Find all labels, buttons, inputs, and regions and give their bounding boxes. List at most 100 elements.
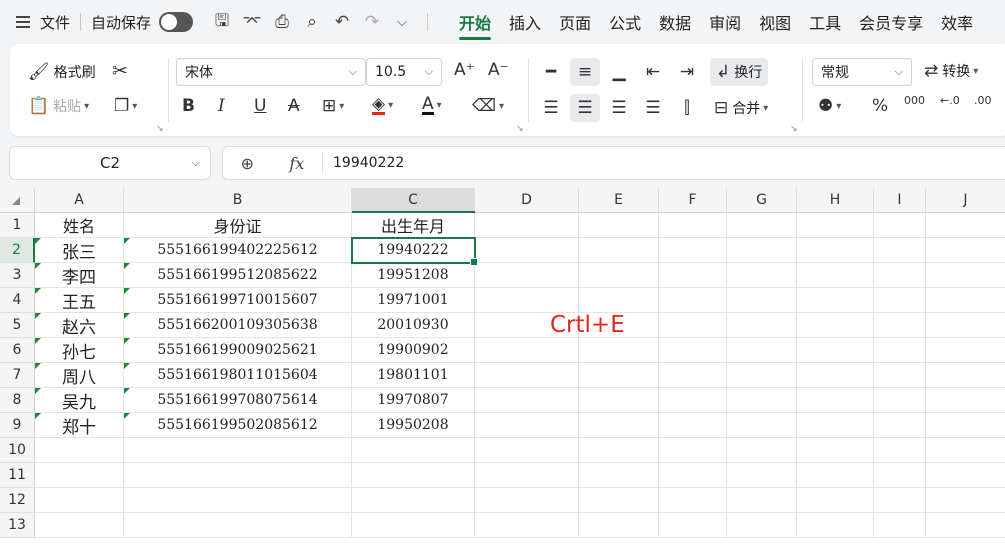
cell-e2[interactable] xyxy=(579,238,659,263)
cell-c2[interactable]: 19940222 xyxy=(352,238,475,263)
decrease-indent-button[interactable]: ⇤ xyxy=(640,58,666,86)
cell-e11[interactable] xyxy=(579,463,659,488)
align-top-button[interactable]: ━ xyxy=(538,58,564,86)
cell-c3[interactable]: 19951208 xyxy=(352,263,475,288)
column-header-b[interactable]: B xyxy=(124,188,352,213)
tab-insert[interactable]: 插入 xyxy=(509,2,541,42)
cell-a10[interactable] xyxy=(35,438,124,463)
cell-f1[interactable] xyxy=(659,213,727,238)
cell-g2[interactable] xyxy=(727,238,797,263)
cell-f9[interactable] xyxy=(659,413,727,438)
print-preview-icon[interactable]: ⌕ xyxy=(297,12,327,32)
row-header-5[interactable]: 5 xyxy=(0,313,35,338)
cell-j2[interactable] xyxy=(926,238,1005,263)
cell-c10[interactable] xyxy=(352,438,475,463)
cell-d6[interactable] xyxy=(475,338,579,363)
cell-e7[interactable] xyxy=(579,363,659,388)
cell-d13[interactable] xyxy=(475,513,579,538)
cell-a13[interactable] xyxy=(35,513,124,538)
cell-h12[interactable] xyxy=(797,488,874,513)
cell-c12[interactable] xyxy=(352,488,475,513)
cell-f8[interactable] xyxy=(659,388,727,413)
paste-button[interactable]: 📋 粘贴 ▾ xyxy=(28,96,89,116)
cell-f10[interactable] xyxy=(659,438,727,463)
cell-i5[interactable] xyxy=(874,313,926,338)
column-header-e[interactable]: E xyxy=(579,188,659,213)
fill-color-button[interactable]: ◈ ▾ xyxy=(372,96,393,115)
cell-d1[interactable] xyxy=(475,213,579,238)
cell-e8[interactable] xyxy=(579,388,659,413)
align-middle-button[interactable]: ≡ xyxy=(570,58,600,86)
cell-b4[interactable]: 555166199710015607 xyxy=(124,288,352,313)
cell-g10[interactable] xyxy=(727,438,797,463)
share-icon[interactable]: ⌤ xyxy=(237,12,267,32)
cell-g5[interactable] xyxy=(727,313,797,338)
cell-j6[interactable] xyxy=(926,338,1005,363)
cell-c7[interactable]: 19801101 xyxy=(352,363,475,388)
cell-d12[interactable] xyxy=(475,488,579,513)
cell-b13[interactable] xyxy=(124,513,352,538)
row-header-9[interactable]: 9 xyxy=(0,413,35,438)
cell-h7[interactable] xyxy=(797,363,874,388)
align-bottom-button[interactable]: ▁ xyxy=(606,58,632,86)
decrease-font-button[interactable]: A⁻ xyxy=(488,60,509,80)
cell-d10[interactable] xyxy=(475,438,579,463)
tab-review[interactable]: 审阅 xyxy=(709,2,741,42)
cell-g6[interactable] xyxy=(727,338,797,363)
cell-a1[interactable]: 姓名 xyxy=(35,213,124,238)
cell-j9[interactable] xyxy=(926,413,1005,438)
font-name-select[interactable]: 宋体 ⌵ xyxy=(176,58,366,86)
file-menu[interactable]: 文件 xyxy=(0,12,70,33)
cell-a11[interactable] xyxy=(35,463,124,488)
strikethrough-button[interactable]: A xyxy=(288,96,300,116)
format-painter-button[interactable]: 🖌 格式刷 xyxy=(28,62,96,82)
cell-g3[interactable] xyxy=(727,263,797,288)
more-chevron-icon[interactable]: ⌵ xyxy=(387,15,417,30)
row-header-8[interactable]: 8 xyxy=(0,388,35,413)
cell-c5[interactable]: 20010930 xyxy=(352,313,475,338)
print-icon[interactable]: ⎙ xyxy=(267,12,297,32)
cell-d7[interactable] xyxy=(475,363,579,388)
row-header-4[interactable]: 4 xyxy=(0,288,35,313)
cell-a9[interactable]: 郑十 xyxy=(35,413,124,438)
cell-h8[interactable] xyxy=(797,388,874,413)
cell-a2[interactable]: 张三 xyxy=(35,238,124,263)
cell-f5[interactable] xyxy=(659,313,727,338)
cell-f11[interactable] xyxy=(659,463,727,488)
cell-i11[interactable] xyxy=(874,463,926,488)
column-header-c[interactable]: C xyxy=(352,188,475,213)
column-header-a[interactable]: A xyxy=(35,188,124,213)
cell-g8[interactable] xyxy=(727,388,797,413)
currency-button[interactable]: ⚉ ▾ xyxy=(818,96,841,116)
cell-c4[interactable]: 19971001 xyxy=(352,288,475,313)
cell-j8[interactable] xyxy=(926,388,1005,413)
row-header-3[interactable]: 3 xyxy=(0,263,35,288)
merge-button[interactable]: ⊟ 合并 ▾ xyxy=(714,94,768,122)
cell-d8[interactable] xyxy=(475,388,579,413)
row-header-6[interactable]: 6 xyxy=(0,338,35,363)
cell-g4[interactable] xyxy=(727,288,797,313)
cell-d3[interactable] xyxy=(475,263,579,288)
cell-a8[interactable]: 吴九 xyxy=(35,388,124,413)
select-all-corner[interactable] xyxy=(0,188,35,213)
row-header-10[interactable]: 10 xyxy=(0,438,35,463)
cell-b10[interactable] xyxy=(124,438,352,463)
cell-i6[interactable] xyxy=(874,338,926,363)
cell-h13[interactable] xyxy=(797,513,874,538)
expand-corner-icon[interactable]: ↘ xyxy=(516,124,524,134)
autosave-control[interactable]: 自动保存 xyxy=(91,12,194,33)
cell-b8[interactable]: 555166199708075614 xyxy=(124,388,352,413)
cell-d4[interactable] xyxy=(475,288,579,313)
row-header-13[interactable]: 13 xyxy=(0,513,35,538)
cell-b2[interactable]: 555166199402225612 xyxy=(124,238,352,263)
distributed-button[interactable]: ⫿ xyxy=(674,94,700,122)
cell-j7[interactable] xyxy=(926,363,1005,388)
decrease-decimal-button[interactable]: .00 xyxy=(974,94,992,107)
tab-home[interactable]: 开始 xyxy=(459,2,492,42)
cell-i12[interactable] xyxy=(874,488,926,513)
font-color-button[interactable]: A ▾ xyxy=(422,96,442,115)
percent-button[interactable]: % xyxy=(872,96,888,116)
convert-button[interactable]: ⇄ 转换 ▾ xyxy=(924,61,978,81)
cell-i7[interactable] xyxy=(874,363,926,388)
increase-font-button[interactable]: A⁺ xyxy=(454,60,475,80)
